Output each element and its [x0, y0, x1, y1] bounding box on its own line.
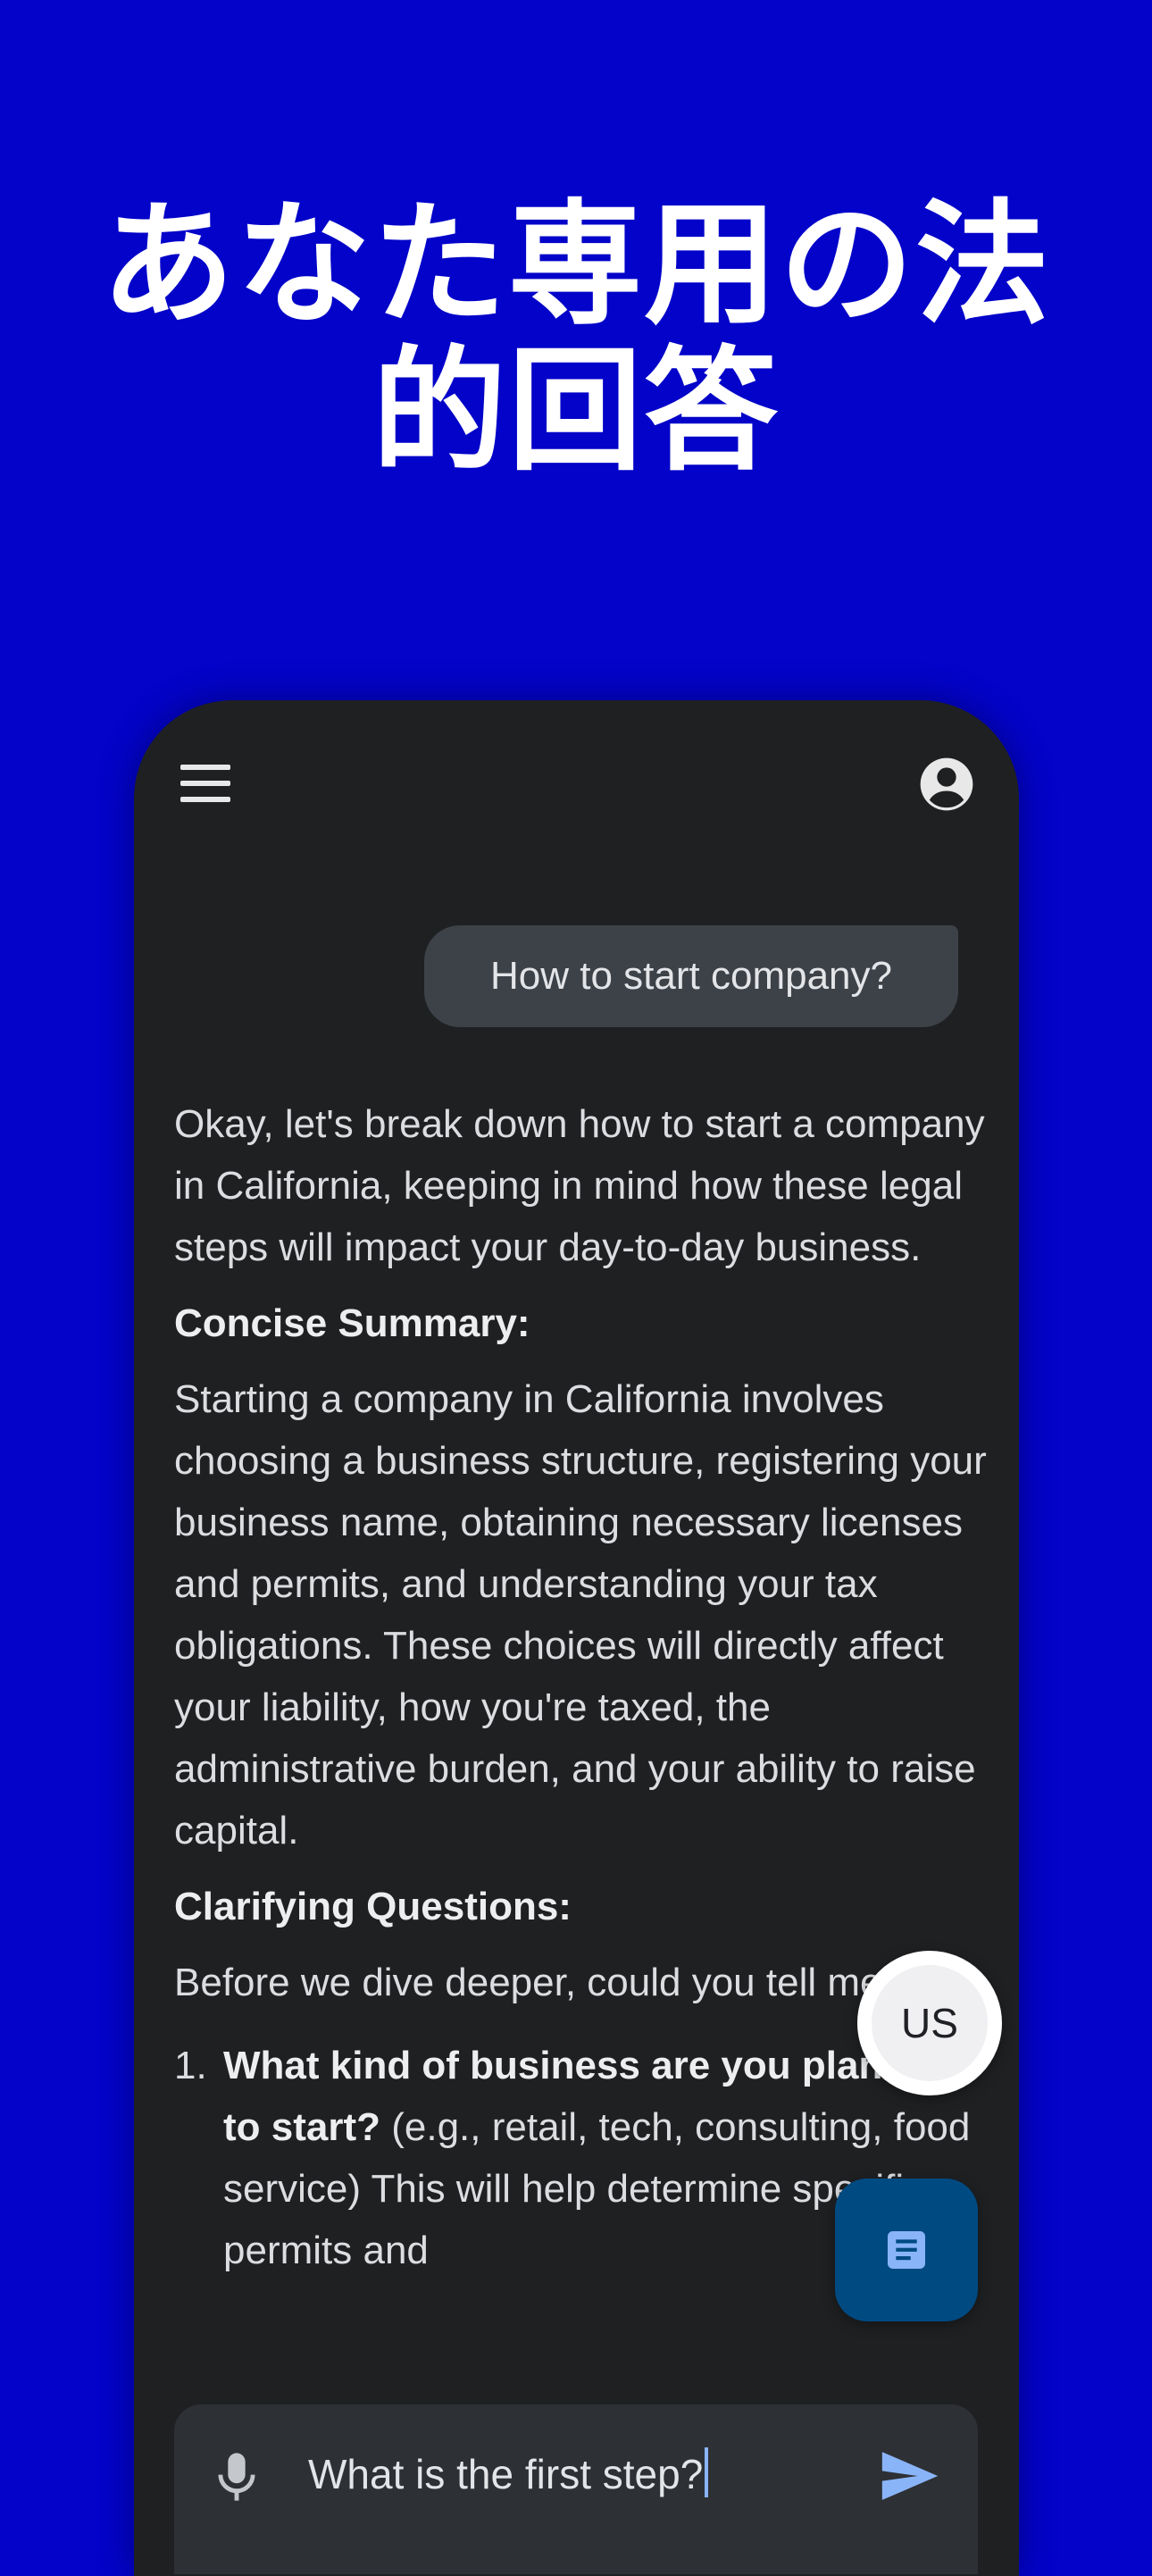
answer-intro: Okay, let's break down how to start a co… — [174, 1102, 985, 1269]
account-circle-icon[interactable] — [918, 756, 975, 813]
assistant-answer: Okay, let's break down how to start a co… — [174, 1093, 996, 2281]
message-input-bar: What is the first step? — [174, 2405, 978, 2574]
menu-icon[interactable] — [180, 763, 230, 807]
user-message-bubble: How to start company? — [424, 925, 958, 1027]
list-item-number: 1. — [174, 2044, 207, 2087]
headline-line-2: 的回答 — [371, 334, 780, 489]
document-icon — [888, 2231, 925, 2269]
message-input-value: What is the first step? — [308, 2451, 704, 2497]
summary-heading: Concise Summary: — [174, 1301, 530, 1345]
document-button[interactable] — [835, 2179, 978, 2321]
promo-headline: あなた専用の法 的回答 — [0, 192, 1152, 485]
text-caret — [705, 2447, 709, 2497]
mic-icon[interactable] — [214, 2451, 259, 2506]
send-icon[interactable] — [880, 2449, 940, 2506]
questions-heading: Clarifying Questions: — [174, 1885, 572, 1928]
summary-text: Starting a company in California involve… — [174, 1377, 987, 1853]
phone-screen: How to start company? Okay, let's break … — [134, 700, 1019, 2576]
message-input[interactable]: What is the first step? — [308, 2447, 709, 2500]
headline-line-1: あなた専用の法 — [100, 188, 1051, 343]
region-button[interactable]: US — [857, 1951, 1002, 2095]
